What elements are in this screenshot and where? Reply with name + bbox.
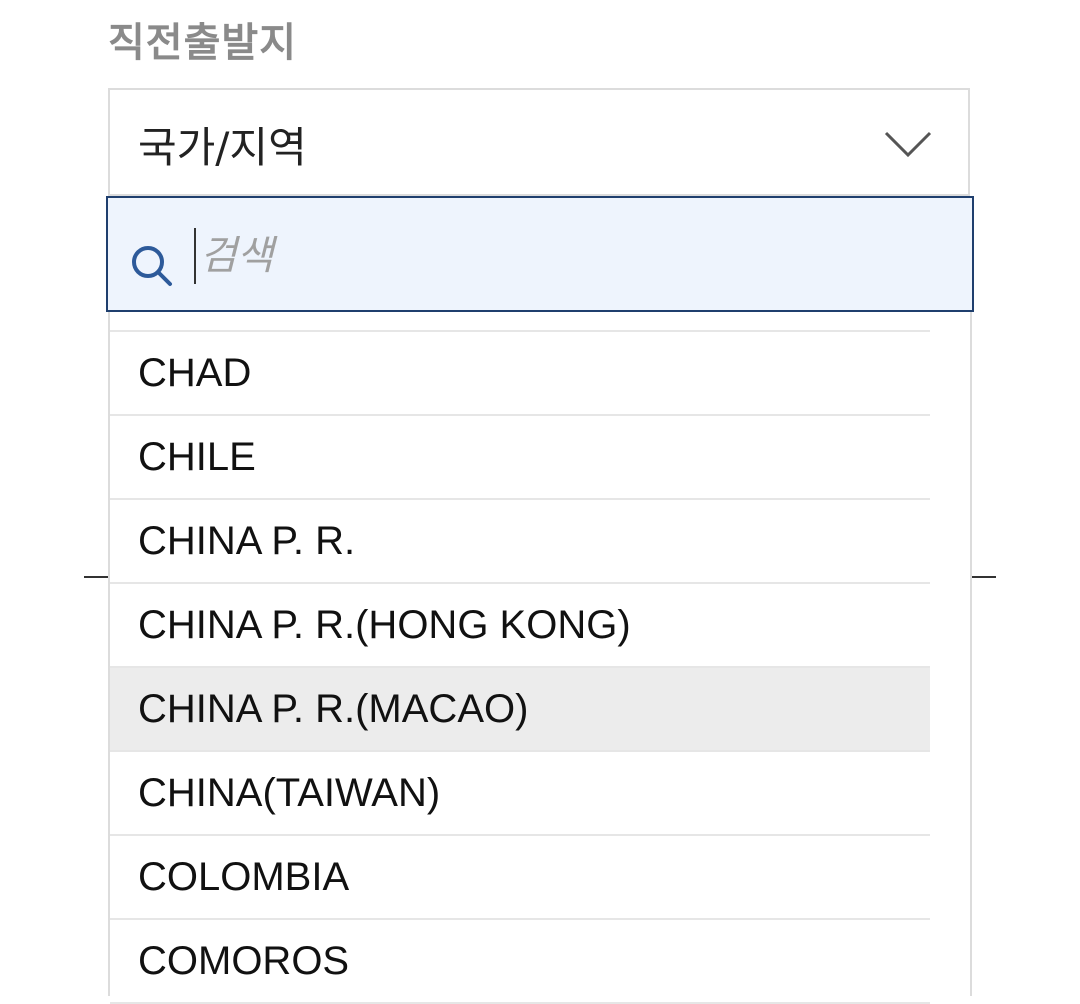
country-select[interactable]: 국가/지역 <box>108 88 970 196</box>
option-item[interactable]: CHINA P. R.(MACAO) <box>110 668 930 752</box>
option-item[interactable]: CHINA P. R. <box>110 500 930 584</box>
search-box[interactable] <box>106 196 974 312</box>
option-item[interactable]: COLOMBIA <box>110 836 930 920</box>
dropdown-panel: CHAD CHILE CHINA P. R. CHINA P. R.(HONG KON… <box>108 196 972 1004</box>
field-label: 직전출발지 <box>108 20 297 66</box>
option-item[interactable]: COMOROS <box>110 920 930 1004</box>
chevron-down-icon[interactable] <box>884 130 932 158</box>
option-item[interactable]: CHINA P. R.(HONG KONG) <box>110 584 930 668</box>
select-value: 국가/지역 <box>138 123 307 172</box>
search-icon <box>132 246 172 286</box>
option-item[interactable]: CHAD <box>110 332 930 416</box>
search-input[interactable] <box>200 226 900 286</box>
background-divider <box>972 576 996 578</box>
background-divider <box>84 576 108 578</box>
text-cursor <box>194 228 196 284</box>
option-item[interactable]: CHILE <box>110 416 930 500</box>
option-item[interactable]: CHINA(TAIWAN) <box>110 752 930 836</box>
option-list: CHAD CHILE CHINA P. R. CHINA P. R.(HONG KON… <box>110 330 930 1004</box>
